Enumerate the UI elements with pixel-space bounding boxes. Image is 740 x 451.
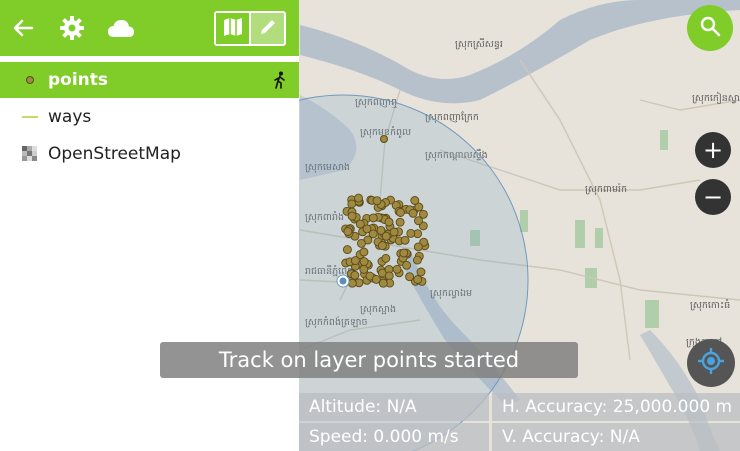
digitize-mode-button[interactable] — [251, 13, 284, 44]
map-label: ស្រុកកោះធំ — [690, 298, 730, 312]
layer-item-openstreetmap[interactable]: OpenStreetMap — [0, 136, 299, 172]
map-point[interactable] — [359, 264, 369, 274]
walking-person-icon — [273, 71, 287, 89]
map-point[interactable] — [355, 219, 365, 229]
position-info-panel: Altitude: N/A Speed: 0.000 m/s H. Accura… — [159, 393, 740, 451]
map-point[interactable] — [410, 196, 420, 205]
map-point[interactable] — [368, 229, 378, 239]
layer-item-points[interactable]: points — [0, 62, 299, 98]
map-point[interactable] — [359, 257, 369, 267]
map-point[interactable] — [412, 255, 422, 265]
map-point[interactable] — [381, 231, 391, 241]
h-accuracy-value: H. Accuracy: 25,000.000 m — [492, 393, 740, 421]
layer-label: ways — [48, 107, 92, 127]
map-point[interactable] — [350, 256, 360, 266]
pencil-icon — [258, 17, 278, 41]
gps-locate-icon — [697, 347, 725, 379]
gear-icon[interactable] — [58, 14, 86, 42]
layer-label: points — [48, 70, 109, 90]
map-point[interactable] — [359, 247, 369, 257]
map-point[interactable] — [395, 217, 405, 227]
zoom-out-button[interactable]: − — [695, 179, 731, 215]
map-point — [380, 135, 388, 143]
mode-toggle — [214, 11, 286, 46]
map-point[interactable] — [384, 217, 394, 227]
panel-bottom — [0, 393, 299, 451]
line-layer-icon — [22, 109, 38, 125]
map-point[interactable] — [343, 227, 353, 236]
map-point[interactable] — [371, 274, 381, 284]
layer-label: OpenStreetMap — [48, 144, 181, 164]
map-point[interactable] — [406, 228, 416, 238]
map-point[interactable] — [402, 260, 412, 270]
map-point[interactable] — [389, 227, 399, 237]
map-label: ស្រុកស្រីសន្ធរ — [455, 37, 503, 51]
map-point[interactable] — [392, 264, 402, 274]
map-point[interactable] — [347, 278, 357, 288]
map-point[interactable] — [350, 270, 360, 280]
map-point[interactable] — [347, 199, 357, 209]
cloud-icon[interactable] — [106, 14, 136, 42]
raster-layer-icon — [22, 146, 38, 162]
map-point[interactable] — [342, 245, 352, 255]
arrow-left-icon[interactable] — [9, 14, 37, 42]
map-point[interactable] — [405, 272, 415, 282]
map-point[interactable] — [356, 238, 366, 248]
map-point[interactable] — [396, 208, 405, 217]
layer-panel: points ways OpenStreetMap — [0, 0, 299, 451]
map-point[interactable] — [368, 213, 378, 223]
map-point[interactable] — [354, 193, 363, 203]
map-point[interactable] — [413, 275, 423, 284]
layer-item-ways[interactable]: ways — [0, 99, 299, 135]
location-marker-dot — [339, 277, 347, 285]
toast-message: Track on layer points started — [160, 342, 578, 378]
map-point[interactable] — [347, 211, 357, 221]
search-icon — [699, 15, 721, 41]
map-point[interactable] — [416, 267, 426, 277]
toolbar-divider — [0, 56, 299, 60]
map-label: ស្រុកពាមរ៉ក — [585, 183, 627, 196]
map-point[interactable] — [414, 216, 423, 226]
point-layer-icon — [22, 72, 38, 88]
panel-toolbar — [0, 0, 299, 56]
map-label: ស្រុកកៀនស្វាយ — [692, 91, 740, 105]
map-point[interactable] — [413, 242, 423, 252]
locate-button[interactable] — [687, 339, 735, 387]
zoom-in-button[interactable]: + — [695, 132, 731, 168]
search-button[interactable] — [687, 5, 733, 51]
map-point[interactable] — [399, 248, 409, 258]
map-point[interactable] — [381, 253, 391, 263]
map-point[interactable] — [400, 235, 410, 245]
map-point[interactable] — [408, 208, 418, 218]
map-point[interactable] — [372, 196, 382, 206]
browse-mode-button[interactable] — [216, 13, 251, 44]
map-point[interactable] — [377, 241, 387, 251]
v-accuracy-value: V. Accuracy: N/A — [492, 423, 740, 451]
map-icon — [223, 17, 243, 41]
